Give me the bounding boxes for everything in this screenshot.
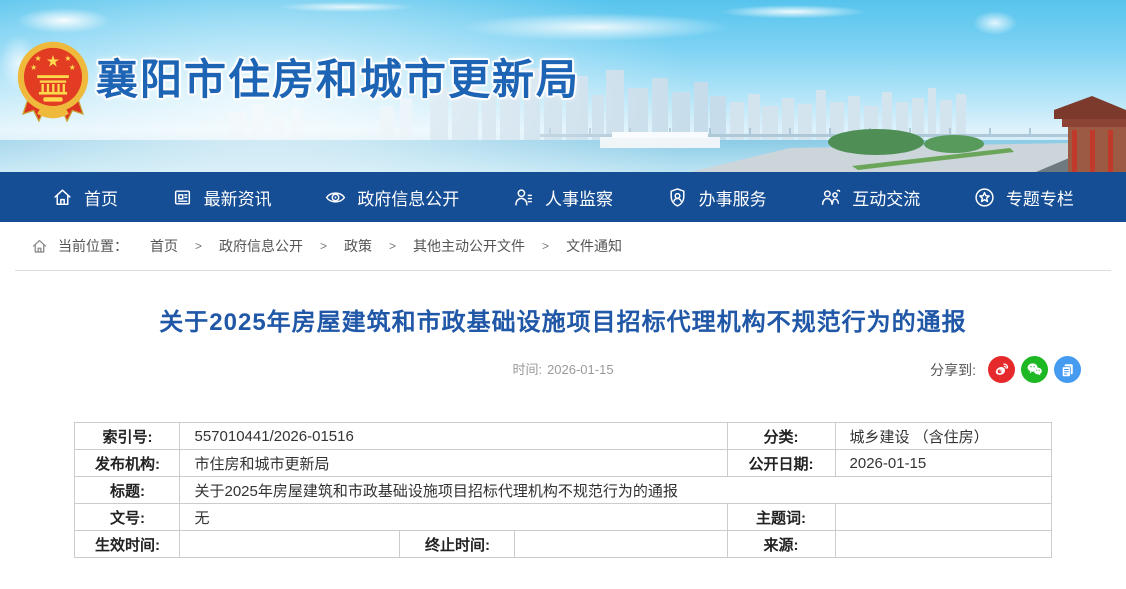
breadcrumb-link-home[interactable]: 首页: [150, 236, 178, 256]
page: ★ ★ ★ ★ ★ 襄阳市住房和城市更新局 首页: [0, 0, 1126, 589]
site-banner: ★ ★ ★ ★ ★ 襄阳市住房和城市更新局: [0, 0, 1126, 172]
shield-badge-icon: [667, 187, 688, 208]
site-title: 襄阳市住房和城市更新局: [96, 46, 580, 107]
breadcrumb-separator: >: [195, 239, 202, 253]
nav-item-topics[interactable]: 专题专栏: [974, 185, 1074, 210]
article-meta-row: 时间: 2026-01-15 分享到:: [0, 355, 1126, 385]
person-icon: [513, 187, 534, 208]
breadcrumb-separator: >: [320, 239, 327, 253]
svg-text:★: ★: [34, 54, 41, 63]
meta-index-value: 557010441/2026-01516: [180, 423, 727, 450]
article-main: 关于2025年房屋建筑和市政基础设施项目招标代理机构不规范行为的通报 时间: 20…: [0, 302, 1126, 558]
meta-title-label: 标题:: [75, 477, 180, 504]
breadcrumb-link-document-notice[interactable]: 文件通知: [566, 236, 622, 256]
svg-text:★: ★: [64, 54, 71, 63]
breadcrumb-prefix: 当前位置：: [58, 236, 128, 256]
svg-text:★: ★: [46, 53, 60, 70]
nav-item-personnel[interactable]: 人事监察: [513, 185, 613, 210]
nav-item-label: 互动交流: [852, 185, 920, 210]
meta-effective-label: 生效时间:: [75, 531, 180, 558]
meta-issuer-label: 发布机构:: [75, 450, 180, 477]
nav-item-label: 专题专栏: [1006, 185, 1074, 210]
meta-expiry-label: 终止时间:: [400, 531, 515, 558]
weibo-icon: [992, 360, 1011, 379]
article-title: 关于2025年房屋建筑和市政基础设施项目招标代理机构不规范行为的通报: [45, 302, 1081, 337]
national-emblem-icon: ★ ★ ★ ★ ★: [16, 40, 90, 128]
meta-docno-label: 文号:: [75, 504, 180, 531]
breadcrumb-link-other-public-docs[interactable]: 其他主动公开文件: [413, 236, 525, 256]
meta-source-label: 来源:: [727, 531, 835, 558]
news-icon: [172, 187, 193, 208]
table-row: 索引号: 557010441/2026-01516 分类: 城乡建设 （含住房）: [75, 423, 1051, 450]
meta-issuer-value: 市住房和城市更新局: [180, 450, 727, 477]
meta-pubdate-value: 2026-01-15: [835, 450, 1051, 477]
share-bar: 分享到:: [930, 356, 1081, 383]
time-value: 2026-01-15: [547, 362, 614, 377]
eye-icon: [325, 187, 346, 208]
nav-item-label: 政府信息公开: [357, 185, 459, 210]
nav-item-news[interactable]: 最新资讯: [172, 185, 272, 210]
copy-link-icon: [1058, 360, 1077, 379]
meta-keywords-label: 主题词:: [727, 504, 835, 531]
meta-pubdate-label: 公开日期:: [727, 450, 835, 477]
nav-item-info-disclosure[interactable]: 政府信息公开: [325, 185, 459, 210]
meta-source-value: [835, 531, 1051, 558]
document-meta-table: 索引号: 557010441/2026-01516 分类: 城乡建设 （含住房）…: [74, 422, 1051, 558]
breadcrumb-link-policy[interactable]: 政策: [344, 236, 372, 256]
meta-docno-value: 无: [180, 504, 727, 531]
table-row: 文号: 无 主题词:: [75, 504, 1051, 531]
breadcrumb: 当前位置： 首页 > 政府信息公开 > 政策 > 其他主动公开文件 > 文件通知: [15, 222, 1111, 271]
breadcrumb-link-info-disclosure[interactable]: 政府信息公开: [219, 236, 303, 256]
nav-item-label: 人事监察: [545, 185, 613, 210]
svg-text:★: ★: [69, 63, 76, 72]
meta-index-label: 索引号:: [75, 423, 180, 450]
home-icon: [31, 238, 48, 255]
time-label: 时间:: [512, 362, 542, 377]
meta-category-value: 城乡建设 （含住房）: [835, 423, 1051, 450]
home-icon: [52, 187, 73, 208]
nav-item-label: 办事服务: [699, 185, 767, 210]
people-chat-icon: [820, 187, 841, 208]
table-row: 标题: 关于2025年房屋建筑和市政基础设施项目招标代理机构不规范行为的通报: [75, 477, 1051, 504]
breadcrumb-separator: >: [542, 239, 549, 253]
share-label: 分享到:: [930, 360, 976, 380]
meta-title-value: 关于2025年房屋建筑和市政基础设施项目招标代理机构不规范行为的通报: [180, 477, 1051, 504]
meta-effective-value: [180, 531, 400, 558]
nav-item-home[interactable]: 首页: [52, 185, 118, 210]
nav-item-label: 首页: [84, 185, 118, 210]
nav-item-services[interactable]: 办事服务: [667, 185, 767, 210]
meta-category-label: 分类:: [727, 423, 835, 450]
breadcrumb-separator: >: [389, 239, 396, 253]
svg-text:★: ★: [30, 63, 37, 72]
table-row: 发布机构: 市住房和城市更新局 公开日期: 2026-01-15: [75, 450, 1051, 477]
main-navbar: 首页 最新资讯 政府信息公开 人事监察 办事服务: [0, 172, 1126, 222]
breadcrumb-wrap: 当前位置： 首页 > 政府信息公开 > 政策 > 其他主动公开文件 > 文件通知: [0, 222, 1126, 271]
meta-expiry-value: [515, 531, 727, 558]
meta-keywords-value: [835, 504, 1051, 531]
nav-item-label: 最新资讯: [204, 185, 272, 210]
share-copy-link-button[interactable]: [1054, 356, 1081, 383]
nav-item-interaction[interactable]: 互动交流: [820, 185, 920, 210]
share-weibo-button[interactable]: [988, 356, 1015, 383]
table-row: 生效时间: 终止时间: 来源:: [75, 531, 1051, 558]
star-circle-icon: [974, 187, 995, 208]
share-wechat-button[interactable]: [1021, 356, 1048, 383]
wechat-icon: [1025, 360, 1044, 379]
